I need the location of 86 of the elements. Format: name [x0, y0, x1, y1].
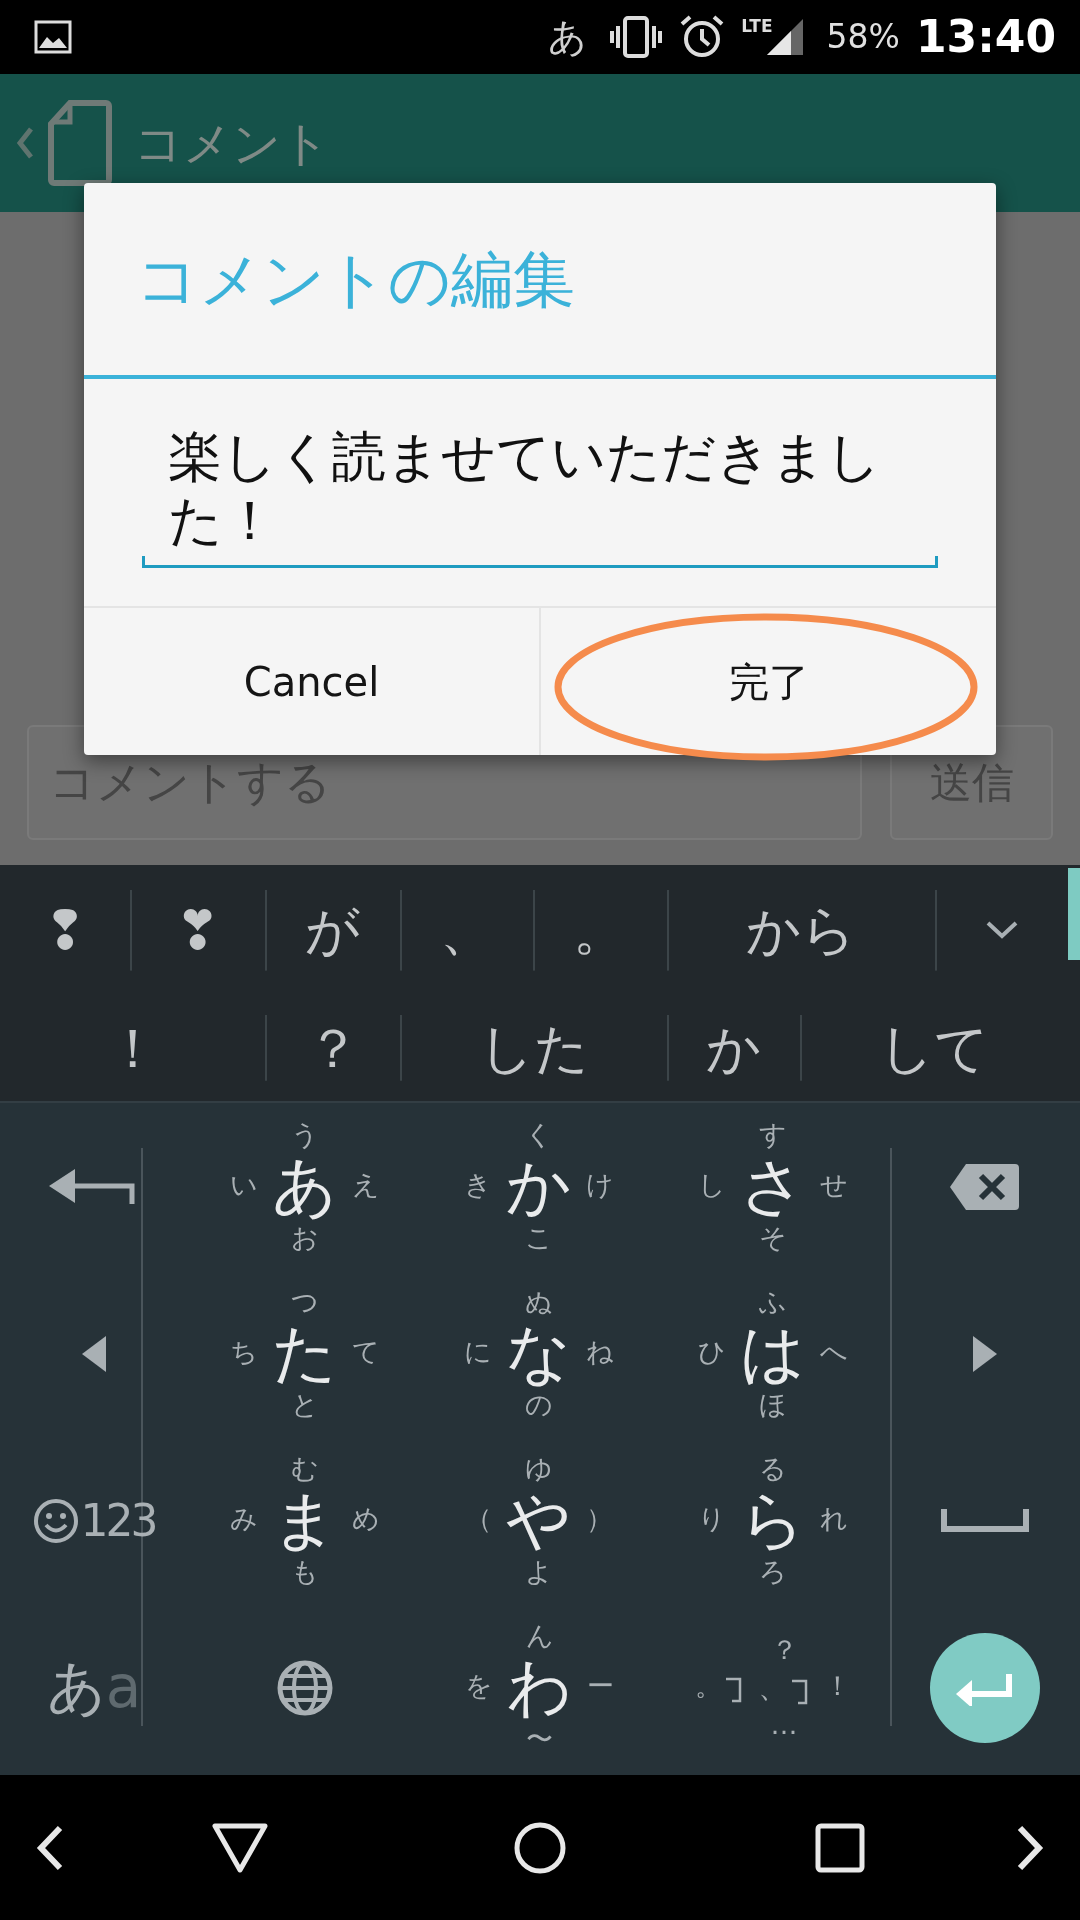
kana-key[interactable]: る り ら れ ろ	[656, 1437, 890, 1604]
flick-hint: て	[352, 1336, 380, 1369]
flick-hint: ね	[586, 1336, 614, 1369]
flick-hint: ろ	[759, 1555, 787, 1588]
network-type: LTE	[741, 15, 773, 38]
flick-hint: る	[759, 1453, 787, 1486]
dialog-title: コメントの編集	[135, 241, 576, 318]
flick-hint: む	[291, 1453, 319, 1486]
flick-hint: （	[465, 1503, 492, 1536]
cursor-right-button[interactable]	[973, 1335, 997, 1372]
flick-hint: れ	[820, 1503, 848, 1536]
flick-hint: の	[525, 1388, 553, 1421]
kana-key[interactable]: す し さ せ そ	[656, 1103, 890, 1270]
flick-hint: せ	[820, 1169, 848, 1202]
space-button[interactable]	[941, 1508, 1029, 1533]
flick-hint: ほ	[759, 1388, 787, 1421]
flick-hint: り	[698, 1503, 726, 1536]
backspace-button[interactable]	[950, 1161, 1020, 1212]
dialog-button[interactable]: 完了	[539, 608, 996, 755]
kana-key[interactable]: う い あ え お	[188, 1103, 422, 1270]
smiley-icon	[32, 1497, 79, 1544]
flick-hint: ふ	[759, 1286, 787, 1319]
kana-key[interactable]: ？ 。 、 ！ …	[656, 1604, 890, 1771]
flick-hint: ）	[586, 1503, 613, 1536]
kana-key[interactable]: ふ ひ は へ ほ	[656, 1270, 890, 1437]
flick-hint: と	[291, 1388, 319, 1421]
kana-key[interactable]: む み ま め も	[188, 1437, 422, 1604]
kana-key[interactable]: ゆ （ や ） よ	[422, 1437, 656, 1604]
kana-key[interactable]: ぬ に な ね の	[422, 1270, 656, 1437]
comment-text-field[interactable]: 楽しく読ませていただきました！	[142, 425, 938, 568]
flick-hint: も	[291, 1555, 319, 1588]
flick-hint: 〜	[526, 1722, 553, 1755]
flick-hint: み	[230, 1503, 258, 1536]
globe-icon	[277, 1659, 333, 1716]
kana-key[interactable]: く き か け こ	[422, 1103, 656, 1270]
flick-hint: く	[525, 1119, 553, 1152]
chevron-right-icon[interactable]	[1016, 1824, 1044, 1871]
triangle-right-icon	[973, 1335, 997, 1372]
flick-hint: へ	[820, 1336, 848, 1369]
recents-icon[interactable]	[815, 1822, 865, 1873]
flick-hint: ゆ	[525, 1453, 553, 1486]
flick-hint: ぬ	[525, 1286, 553, 1319]
flick-hint: こ	[525, 1221, 553, 1254]
flick-hint: ！	[824, 1670, 851, 1703]
triangle-left-icon	[82, 1335, 106, 1372]
flick-hint: そ	[759, 1221, 787, 1254]
kana-key[interactable]: つ ち た て と	[188, 1270, 422, 1437]
flick-hint: 。	[695, 1670, 722, 1703]
flick-hint: め	[352, 1503, 380, 1536]
flick-hint: え	[352, 1169, 380, 1202]
alarm-icon	[679, 14, 726, 60]
flick-hint: ち	[230, 1336, 258, 1369]
flick-hint: お	[291, 1221, 319, 1254]
document-icon	[48, 100, 112, 186]
vibrate-icon	[609, 16, 664, 58]
flick-hint: に	[464, 1336, 492, 1369]
space-icon	[941, 1508, 1029, 1533]
ime-indicator: あ	[548, 13, 588, 61]
flick-hint: ん	[525, 1620, 554, 1653]
clock: 13:40	[915, 10, 1056, 64]
flick-hint: う	[291, 1119, 319, 1152]
flick-hint: を	[464, 1670, 493, 1703]
input-mode-button[interactable]: あa	[46, 1644, 142, 1731]
flick-hint: き	[464, 1169, 492, 1202]
flick-hint: い	[230, 1169, 258, 1202]
home-icon[interactable]	[513, 1820, 567, 1875]
flick-hint: け	[586, 1169, 614, 1202]
flick-hint: ひ	[698, 1336, 726, 1369]
flick-hint: ー	[586, 1670, 614, 1703]
flick-hint: ？	[770, 1634, 798, 1667]
cursor-left-button[interactable]	[82, 1335, 106, 1372]
flick-hint: す	[759, 1119, 787, 1152]
symbols-button[interactable]: 123	[32, 1487, 156, 1554]
backspace-icon	[950, 1161, 1020, 1212]
screen-title: コメント	[134, 114, 330, 173]
picture-icon	[34, 20, 72, 54]
battery-level: 58%	[826, 16, 900, 59]
candidate-word[interactable]: ❢	[0, 865, 130, 995]
flick-hint: つ	[291, 1286, 319, 1319]
back-icon[interactable]	[211, 1821, 269, 1874]
flick-hint: よ	[525, 1555, 553, 1588]
chevron-down-icon[interactable]	[984, 920, 1019, 940]
candidate-word[interactable]: ！	[0, 995, 265, 1101]
kana-key[interactable]: ん を わ ー 〜	[422, 1604, 656, 1771]
flick-hint: …	[770, 1708, 798, 1741]
flick-hint: し	[698, 1169, 726, 1202]
